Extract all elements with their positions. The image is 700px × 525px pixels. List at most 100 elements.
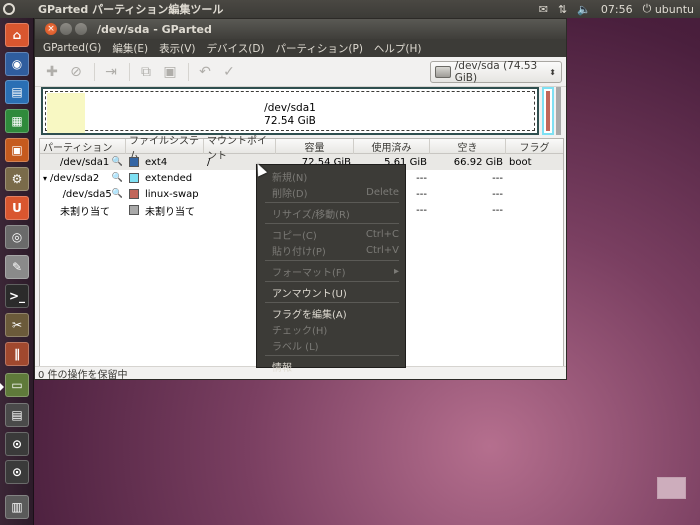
clock[interactable]: 07:56 xyxy=(601,3,633,16)
menu-item-label: フォーマット(F) xyxy=(272,267,346,279)
context-menu-item[interactable]: コピー(C) Ctrl+C xyxy=(257,226,405,242)
maximize-icon[interactable] xyxy=(75,23,87,35)
chevron-updown-icon: ⬍ xyxy=(549,67,556,77)
window-icon[interactable]: ▤ xyxy=(5,403,29,427)
home-folder-icon[interactable]: ⌂ xyxy=(5,23,29,47)
col-filesystem[interactable]: ファイルシステム xyxy=(126,136,204,162)
search-icon[interactable]: ⊙ xyxy=(5,432,29,456)
context-menu-item[interactable]: 情報 xyxy=(257,358,405,374)
user-indicator[interactable]: ⏻ ubuntu xyxy=(643,2,694,16)
minimize-icon[interactable] xyxy=(60,23,72,35)
close-icon[interactable]: × xyxy=(45,23,57,35)
harddisk-icon xyxy=(435,66,451,78)
menu-edit[interactable]: 編集(E) xyxy=(112,41,148,56)
menu-separator xyxy=(265,355,399,356)
context-menu-item[interactable]: リサイズ/移動(R) xyxy=(257,205,405,221)
search-icon-2[interactable]: ⊙ xyxy=(5,460,29,484)
partition-flags xyxy=(506,186,563,202)
disk-graph-selection: /dev/sda1 72.54 GiB xyxy=(45,91,535,133)
filesystem-color-icon xyxy=(129,157,139,167)
menubar: GParted(G) 編集(E) 表示(V) デバイス(D) パーティション(P… xyxy=(35,39,566,57)
context-menu-item[interactable]: 新規(N) xyxy=(257,168,405,184)
resize-move-icon[interactable]: ⇥ xyxy=(100,61,122,83)
firefox-icon[interactable]: ◉ xyxy=(5,52,29,76)
software-center-icon[interactable]: U xyxy=(5,196,29,220)
gparted-icon[interactable]: ▭ xyxy=(5,373,29,397)
col-size[interactable]: 容量 xyxy=(276,139,354,154)
device-select-value: /dev/sda (74.53 GiB) xyxy=(454,60,538,84)
partition-flags xyxy=(506,170,563,186)
menu-item-label: フラグを編集(A) xyxy=(272,309,347,321)
menu-item-accel: Ctrl+V xyxy=(365,244,399,256)
paste-icon[interactable]: ▣ xyxy=(159,61,181,83)
menu-item-label: アンマウント(U) xyxy=(272,288,347,300)
toolbar-separator xyxy=(129,62,130,81)
launcher: ⌂ ◉ ▤ ▦ ▣ ⚙ U ◎ ✎ >_ ✂ ∥ ▭ ▤ ⊙ ⊙ ▥ xyxy=(0,18,34,525)
partition-name: /dev/sda2 xyxy=(50,172,100,184)
disk-graph: /dev/sda1 72.54 GiB xyxy=(41,87,561,135)
menu-device[interactable]: デバイス(D) xyxy=(207,41,265,56)
key-icon: 🔍 xyxy=(111,189,123,199)
copy-icon[interactable]: ⧉ xyxy=(135,61,157,83)
col-used[interactable]: 使用済み xyxy=(354,139,430,154)
col-flags[interactable]: フラグ xyxy=(506,139,563,154)
undo-icon[interactable]: ↶ xyxy=(194,61,216,83)
disk-graph-extended[interactable] xyxy=(542,87,554,135)
volume-icon[interactable]: 🔈 xyxy=(577,3,591,16)
impress-icon[interactable]: ▣ xyxy=(5,138,29,162)
colors-icon[interactable]: ∥ xyxy=(5,342,29,366)
calc-icon[interactable]: ▦ xyxy=(5,109,29,133)
window-title: /dev/sda - GParted xyxy=(97,22,212,36)
col-mountpoint[interactable]: マウントポイント xyxy=(204,136,276,162)
trash-icon[interactable]: ▥ xyxy=(5,495,29,519)
menu-separator xyxy=(265,260,399,261)
desktop-workspace-icon[interactable] xyxy=(657,477,686,499)
toolbar-separator xyxy=(188,62,189,81)
filesystem-name: 未割り当て xyxy=(145,206,195,218)
settings-icon[interactable]: ⚙ xyxy=(5,167,29,191)
filesystem-name: linux-swap xyxy=(145,188,199,200)
menu-partition[interactable]: パーティション(P) xyxy=(276,41,363,56)
col-partition[interactable]: パーティション xyxy=(40,139,126,154)
disk-graph-sda1[interactable]: /dev/sda1 72.54 GiB xyxy=(41,87,539,135)
context-menu-item[interactable]: チェック(H) xyxy=(257,321,405,337)
ubuntu-logo-icon[interactable] xyxy=(0,0,18,18)
network-icon[interactable]: ⇅ xyxy=(558,3,567,16)
disk-graph-swap[interactable] xyxy=(546,91,550,131)
menu-gparted[interactable]: GParted(G) xyxy=(43,42,101,54)
filesystem-name: extended xyxy=(145,172,193,184)
window-titlebar[interactable]: × /dev/sda - GParted xyxy=(35,19,566,39)
terminal-icon[interactable]: >_ xyxy=(5,284,29,308)
context-menu-item[interactable]: 削除(D) Delete xyxy=(257,184,405,200)
context-menu-item[interactable]: 貼り付け(P) Ctrl+V xyxy=(257,242,405,258)
menu-item-accel: ▸ xyxy=(393,265,399,277)
partition-name: 未割り当て xyxy=(60,206,110,218)
active-app-title: GParted パーティション編集ツール xyxy=(38,3,224,16)
device-select[interactable]: /dev/sda (74.53 GiB) ⬍ xyxy=(430,60,562,84)
disk-graph-unallocated[interactable] xyxy=(556,87,561,135)
context-menu-item[interactable]: フォーマット(F) ▸ xyxy=(257,263,405,279)
mail-icon[interactable]: ✉ xyxy=(539,3,548,16)
apply-icon[interactable]: ✓ xyxy=(218,61,240,83)
menu-item-label: チェック(H) xyxy=(272,325,328,337)
filesystem-color-icon xyxy=(129,173,139,183)
new-partition-icon[interactable]: ✚ xyxy=(41,61,63,83)
filesystem-color-icon xyxy=(129,205,139,215)
context-menu-item[interactable]: アンマウント(U) xyxy=(257,284,405,300)
tools-icon[interactable]: ✂ xyxy=(5,313,29,337)
delete-icon[interactable]: ⊘ xyxy=(65,61,87,83)
col-free[interactable]: 空き xyxy=(430,139,506,154)
writer-icon[interactable]: ▤ xyxy=(5,80,29,104)
menu-item-accel: Delete xyxy=(366,186,399,198)
expander-icon[interactable]: ▾ xyxy=(40,174,50,183)
screenshot-icon[interactable]: ◎ xyxy=(5,225,29,249)
context-menu-item[interactable]: フラグを編集(A) xyxy=(257,305,405,321)
text-editor-icon[interactable]: ✎ xyxy=(5,255,29,279)
user-name: ubuntu xyxy=(654,2,694,16)
menu-view[interactable]: 表示(V) xyxy=(159,41,195,56)
menu-separator xyxy=(265,302,399,303)
context-menu-item[interactable]: ラベル (L) xyxy=(257,337,405,353)
toolbar-separator xyxy=(94,62,95,81)
menu-help[interactable]: ヘルプ(H) xyxy=(374,41,422,56)
partition-flags: boot xyxy=(509,156,532,168)
